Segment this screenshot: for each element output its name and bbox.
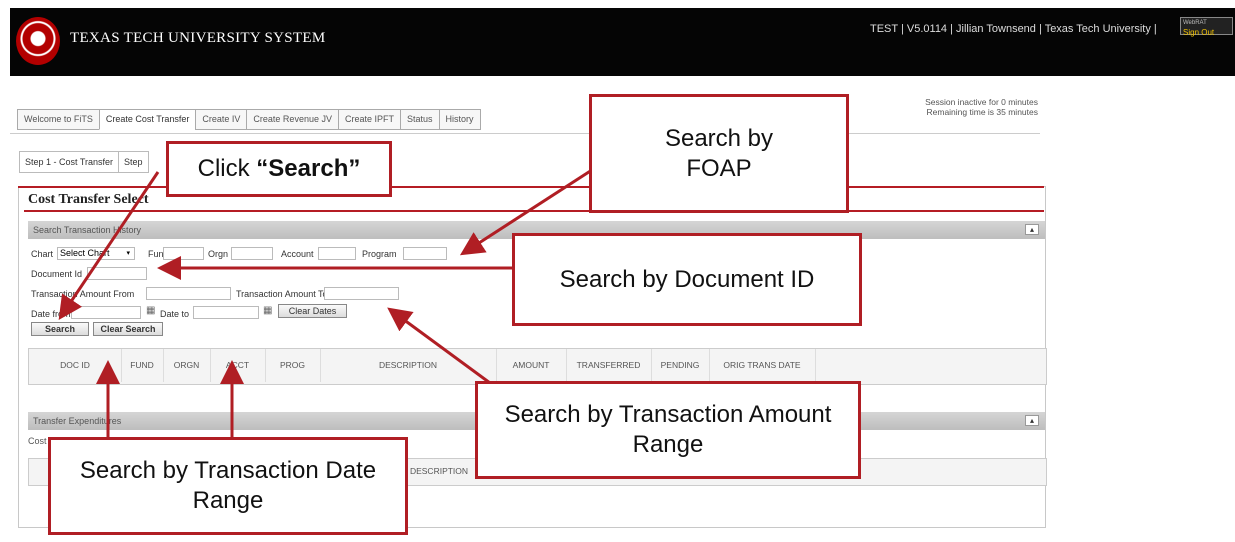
arrow-to-amount-range bbox=[387, 307, 491, 385]
callout-search-word: “Search” bbox=[256, 155, 361, 182]
callout-search-by-document-id: Search by Document ID bbox=[512, 233, 862, 326]
callout-click-text: Click bbox=[197, 155, 250, 182]
callout-click-search: Click “Search” bbox=[166, 141, 392, 197]
arrow-to-search-button bbox=[58, 171, 160, 320]
callout-search-by-date-range: Search by Transaction Date Range bbox=[48, 437, 408, 535]
callout-search-by-amount-range: Search by Transaction Amount Range bbox=[475, 381, 861, 479]
callout-search-by-foap: Search by FOAP bbox=[589, 94, 849, 213]
